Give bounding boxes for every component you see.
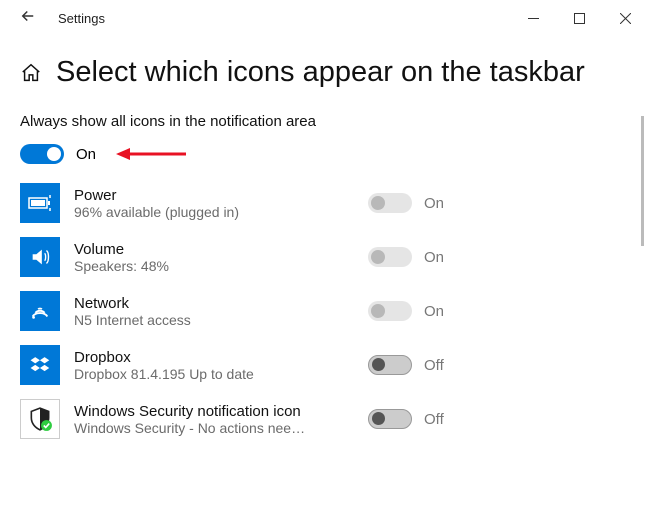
page-header: Select which icons appear on the taskbar — [0, 36, 648, 99]
power-icon — [20, 183, 60, 223]
home-icon[interactable] — [20, 62, 42, 84]
item-toggle-label: On — [424, 303, 444, 320]
list-item: Volume Speakers: 48% On — [20, 230, 628, 284]
back-button[interactable] — [8, 7, 48, 30]
master-toggle[interactable] — [20, 144, 64, 164]
master-toggle-row: On — [20, 144, 628, 164]
item-toggle-label: Off — [424, 357, 444, 374]
item-title: Windows Security notification icon — [74, 403, 368, 420]
maximize-button[interactable] — [556, 2, 602, 34]
icon-list: Power 96% available (plugged in) On Volu… — [20, 176, 628, 446]
item-title: Power — [74, 187, 368, 204]
item-toggle[interactable] — [368, 355, 412, 375]
minimize-button[interactable] — [510, 2, 556, 34]
titlebar: Settings — [0, 0, 648, 36]
item-sub: Windows Security - No actions nee… — [74, 420, 314, 436]
item-title: Dropbox — [74, 349, 368, 366]
list-item: Dropbox Dropbox 81.4.195 Up to date Off — [20, 338, 628, 392]
item-toggle[interactable] — [368, 409, 412, 429]
item-sub: Speakers: 48% — [74, 258, 314, 274]
item-toggle-label: Off — [424, 411, 444, 428]
window-title: Settings — [48, 11, 105, 26]
network-icon — [20, 291, 60, 331]
list-item: Windows Security notification icon Windo… — [20, 392, 628, 446]
scrollbar[interactable] — [641, 116, 644, 246]
item-toggle-label: On — [424, 249, 444, 266]
windows-security-icon — [20, 399, 60, 439]
item-title: Volume — [74, 241, 368, 258]
dropbox-icon — [20, 345, 60, 385]
item-sub: Dropbox 81.4.195 Up to date — [74, 366, 314, 382]
item-sub: N5 Internet access — [74, 312, 314, 328]
item-sub: 96% available (plugged in) — [74, 204, 314, 220]
list-item: Network N5 Internet access On — [20, 284, 628, 338]
item-toggle-label: On — [424, 195, 444, 212]
annotation-arrow — [116, 146, 186, 162]
item-toggle[interactable] — [368, 193, 412, 213]
window-controls — [510, 2, 648, 34]
close-button[interactable] — [602, 2, 648, 34]
volume-icon — [20, 237, 60, 277]
page-title: Select which icons appear on the taskbar — [56, 56, 585, 89]
item-title: Network — [74, 295, 368, 312]
item-toggle[interactable] — [368, 247, 412, 267]
master-toggle-label: On — [76, 146, 96, 163]
list-item: Power 96% available (plugged in) On — [20, 176, 628, 230]
content-area: Always show all icons in the notificatio… — [0, 99, 648, 446]
section-label: Always show all icons in the notificatio… — [20, 113, 628, 130]
item-toggle[interactable] — [368, 301, 412, 321]
